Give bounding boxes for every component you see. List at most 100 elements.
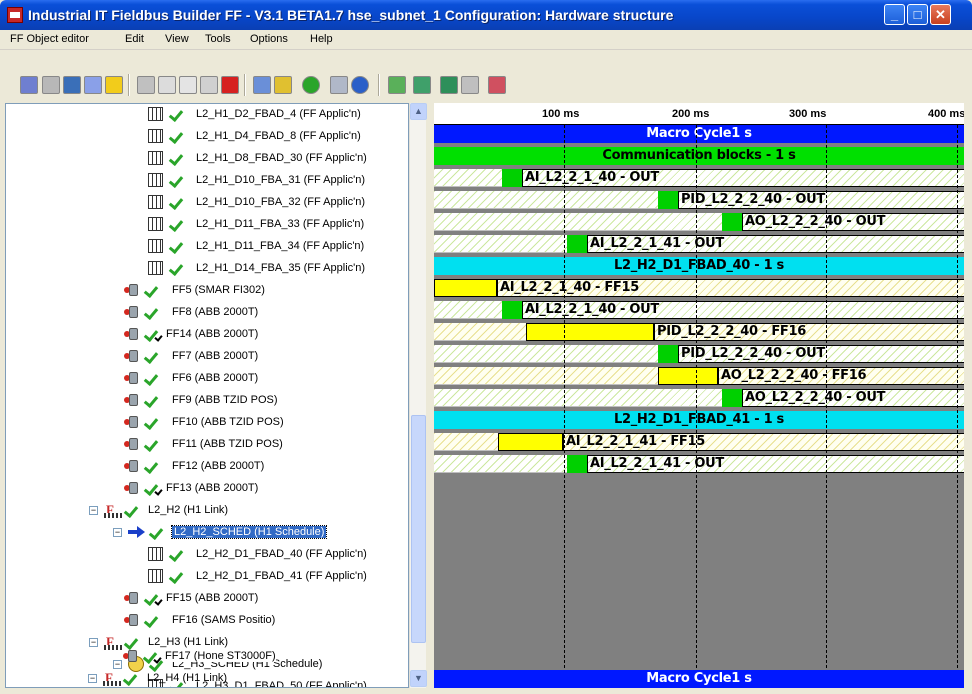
menu-help[interactable]: Help <box>310 33 333 45</box>
device-icon <box>124 437 138 451</box>
tree-item[interactable]: L2_H2_D1_FBAD_40 (FF Applic'n) <box>6 544 406 566</box>
schedule-block[interactable]: AO_L2_2_2_40 - OUT <box>742 213 964 231</box>
copy-icon[interactable] <box>179 76 197 94</box>
tree-item-label: L2_H1_D8_FBAD_30 (FF Applic'n) <box>196 152 367 164</box>
device-icon <box>124 591 138 605</box>
tree-item[interactable]: FF13 (ABB 2000T) <box>6 478 406 500</box>
menu-tools[interactable]: Tools <box>205 33 231 45</box>
user-icon[interactable] <box>330 76 348 94</box>
schedule-block[interactable]: AO_L2_2_2_40 - FF16 <box>718 367 964 385</box>
schedule-block[interactable]: AI_L2_2_1_41 - OUT <box>587 235 964 253</box>
tree-item[interactable]: L2_H1_D8_FBAD_30 (FF Applic'n) <box>6 148 406 170</box>
communication-blocks-bar: Communication blocks - 1 s <box>434 147 964 165</box>
check-icon <box>144 370 156 386</box>
scroll-thumb[interactable] <box>411 415 426 643</box>
tree-item[interactable]: FF10 (ABB TZID POS) <box>6 412 406 434</box>
menu-options[interactable]: Options <box>250 33 288 45</box>
schedule-block[interactable]: AI_L2_2_1_41 - FF15 <box>563 433 964 451</box>
schedule-panel[interactable]: 100 ms 200 ms 300 ms 400 ms Macro Cycle1… <box>434 103 964 688</box>
tree-scrollbar[interactable]: ▲ ▼ <box>409 103 427 688</box>
schedule-block[interactable]: PID_L2_2_2_40 - OUT <box>678 191 964 209</box>
hardware-tree[interactable]: L2_H1_D2_FBAD_4 (FF Applic'n) L2_H1_D4_F… <box>5 103 409 688</box>
grid-icon[interactable] <box>274 76 292 94</box>
device-icon <box>124 459 138 473</box>
tree-item[interactable]: FF5 (SMAR FI302) <box>6 280 406 302</box>
tree-item[interactable]: L2_H1_D14_FBA_35 (FF Applic'n) <box>6 258 406 280</box>
check-icon <box>144 326 156 342</box>
download-icon[interactable] <box>440 76 458 94</box>
check-icon <box>169 568 181 584</box>
check-icon[interactable] <box>84 76 102 94</box>
schedule-block[interactable]: PID_L2_2_2_40 - OUT <box>678 345 964 363</box>
tree-item[interactable]: FF12 (ABB 2000T) <box>6 456 406 478</box>
save-icon[interactable] <box>63 76 81 94</box>
time-gridline <box>957 125 958 688</box>
schedule-block[interactable]: PID_L2_2_2_40 - FF16 <box>654 323 964 341</box>
scroll-down-button[interactable]: ▼ <box>410 670 427 687</box>
tree-item[interactable]: FF7 (ABB 2000T) <box>6 346 406 368</box>
execution-marker <box>658 367 718 385</box>
schedule-block[interactable]: AI_L2_2_1_40 - OUT <box>522 169 964 187</box>
tree-item-link[interactable]: − F L2_H2 (H1 Link) <box>6 500 406 522</box>
application-bar: L2_H2_D1_FBAD_41 - 1 s <box>434 411 964 429</box>
tree-item[interactable]: L2_H1_D11_FBA_34 (FF Applic'n) <box>6 236 406 258</box>
ruler-tick-label: 300 ms <box>789 108 827 120</box>
tree-item[interactable]: FF16 (SAMS Positio) <box>6 610 406 632</box>
tree-item-label: FF9 (ABB TZID POS) <box>172 394 278 406</box>
maximize-button[interactable]: □ <box>907 4 928 25</box>
tree-item[interactable]: L2_H1_D10_FBA_31 (FF Applic'n) <box>6 170 406 192</box>
upload-icon[interactable] <box>461 76 479 94</box>
table-icon[interactable] <box>253 76 271 94</box>
tree-item[interactable]: L2_H1_D4_FBAD_8 (FF Applic'n) <box>6 126 406 148</box>
tree-item[interactable]: L2_H1_D11_FBA_33 (FF Applic'n) <box>6 214 406 236</box>
tree-item-label: L2_H1_D11_FBA_34 (FF Applic'n) <box>196 240 365 252</box>
execution-marker <box>526 323 654 341</box>
tree-item[interactable]: L2_H1_D2_FBAD_4 (FF Applic'n) <box>6 104 406 126</box>
schedule-block[interactable]: AI_L2_2_1_40 - OUT <box>522 301 964 319</box>
app-structure-icon[interactable] <box>20 76 38 94</box>
menu-bar: FF Object editor Edit View Tools Options… <box>0 30 972 50</box>
help-icon[interactable] <box>351 76 369 94</box>
menu-ff-object-editor[interactable]: FF Object editor <box>10 33 89 45</box>
cut-icon[interactable] <box>158 76 176 94</box>
horizontal-scrollbar[interactable] <box>0 688 972 694</box>
tree-item[interactable]: FF8 (ABB 2000T) <box>6 302 406 324</box>
h1-link-icon: F <box>103 670 121 687</box>
scroll-up-button[interactable]: ▲ <box>410 103 427 120</box>
refresh-icon[interactable] <box>413 76 431 94</box>
minimize-button[interactable]: _ <box>884 4 905 25</box>
tree-item-label: FF14 (ABB 2000T) <box>166 328 259 340</box>
tree-item[interactable]: FF17 (Hone ST3000F) <box>5 646 409 666</box>
warning-icon[interactable] <box>105 76 123 94</box>
tree-item[interactable]: L2_H1_D10_FBA_32 (FF Applic'n) <box>6 192 406 214</box>
function-block-icon <box>148 107 163 121</box>
paste-icon[interactable] <box>200 76 218 94</box>
tree-item[interactable]: FF11 (ABB TZID POS) <box>6 434 406 456</box>
close-button[interactable]: ✕ <box>930 4 951 25</box>
go-icon[interactable] <box>302 76 320 94</box>
cancel-icon[interactable] <box>488 76 506 94</box>
undo-icon[interactable] <box>137 76 155 94</box>
menu-edit[interactable]: Edit <box>125 33 144 45</box>
disabled-icon[interactable] <box>42 76 60 94</box>
check-icon <box>144 392 156 408</box>
delete-icon[interactable] <box>221 76 239 94</box>
menu-view[interactable]: View <box>165 33 189 45</box>
schedule-block[interactable]: AI_L2_2_1_40 - FF15 <box>497 279 964 297</box>
tree-item[interactable]: L2_H2_D1_FBAD_41 (FF Applic'n) <box>6 566 406 588</box>
collapse-button[interactable]: − <box>113 528 122 537</box>
tree-item[interactable]: FF15 (ABB 2000T) <box>6 588 406 610</box>
tree-item[interactable]: FF6 (ABB 2000T) <box>6 368 406 390</box>
execution-marker <box>498 433 563 451</box>
collapse-button[interactable]: − <box>89 506 98 515</box>
device-icon <box>124 481 138 495</box>
schedule-block[interactable]: AI_L2_2_1_41 - OUT <box>587 455 964 473</box>
app-icon[interactable] <box>7 7 23 23</box>
schedule-block[interactable]: AO_L2_2_2_40 - OUT <box>742 389 964 407</box>
tree-item-link[interactable]: − F L2_H4 (H1 Link) <box>5 668 409 687</box>
tree-item-schedule[interactable]: − L2_H2_SCHED (H1 Schedule) <box>6 522 406 544</box>
expand-button[interactable]: − <box>88 674 97 683</box>
tree-item[interactable]: FF9 (ABB TZID POS) <box>6 390 406 412</box>
tree-item[interactable]: FF14 (ABB 2000T) <box>6 324 406 346</box>
add-block-icon[interactable] <box>388 76 406 94</box>
